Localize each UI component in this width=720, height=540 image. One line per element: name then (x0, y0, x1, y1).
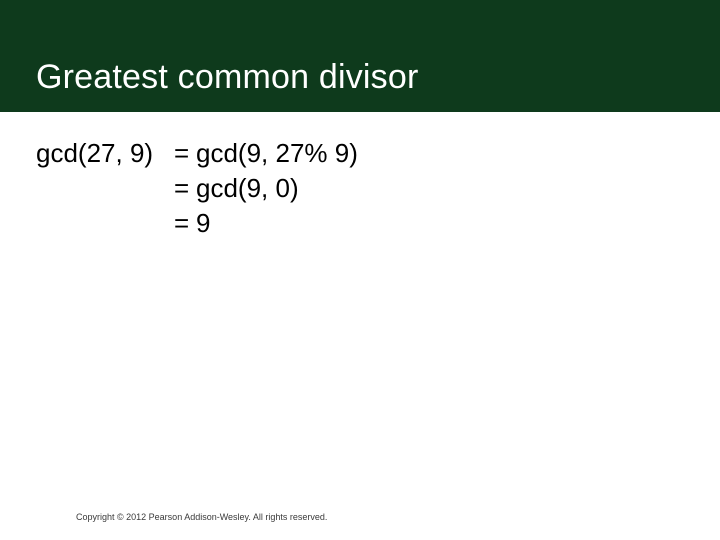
expr-lhs (36, 206, 174, 241)
title-band: Greatest common divisor (0, 0, 720, 112)
copyright-footer: Copyright © 2012 Pearson Addison-Wesley.… (76, 512, 327, 522)
expr-eq: = (174, 136, 196, 171)
expr-rhs: gcd(9, 27% 9) (196, 136, 358, 171)
slide-title: Greatest common divisor (36, 58, 419, 97)
expr-rhs: gcd(9, 0) (196, 171, 299, 206)
expr-lhs: gcd(27, 9) (36, 136, 174, 171)
body-row: = gcd(9, 0) (36, 171, 358, 206)
expr-eq: = (174, 206, 196, 241)
slide: Greatest common divisor gcd(27, 9) = gcd… (0, 0, 720, 540)
slide-body: gcd(27, 9) = gcd(9, 27% 9) = gcd(9, 0) =… (36, 136, 358, 241)
expr-eq: = (174, 171, 196, 206)
body-row: = 9 (36, 206, 358, 241)
expr-lhs (36, 171, 174, 206)
expr-rhs: 9 (196, 206, 210, 241)
body-row: gcd(27, 9) = gcd(9, 27% 9) (36, 136, 358, 171)
